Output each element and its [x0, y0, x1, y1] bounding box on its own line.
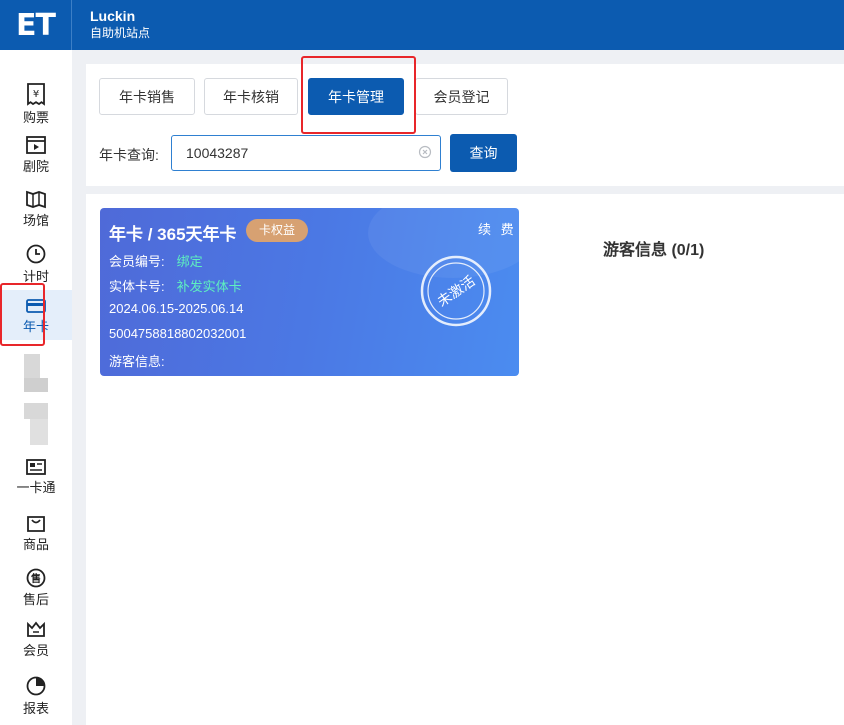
reissue-card-link[interactable]: 补发实体卡: [177, 279, 242, 294]
ticket-icon: ¥: [27, 83, 45, 106]
card-title: 年卡 / 365天年卡: [109, 225, 237, 244]
annual-card: 年卡 / 365天年卡 卡权益 续 费 会员编号: 绑定 实体卡号: 补发实体卡 2…: [100, 208, 519, 376]
blurred-nav-icon: [24, 403, 48, 419]
clear-icon[interactable]: [418, 145, 432, 159]
id-card-icon: [26, 459, 46, 475]
card-benefits-badge[interactable]: 卡权益: [246, 219, 309, 242]
blurred-nav-icon: [24, 354, 40, 378]
query-button[interactable]: 查询: [450, 134, 517, 172]
sidebar-item-aftersale[interactable]: 售 售后: [0, 568, 72, 608]
tab-annual-card-verify[interactable]: 年卡核销: [204, 78, 298, 115]
sidebar-item-one-card[interactable]: 一卡通: [0, 458, 72, 496]
aftersale-icon: 售: [26, 568, 46, 588]
sidebar-item-annual-card[interactable]: 年卡: [0, 290, 72, 340]
sidebar-item-venue[interactable]: 场馆: [0, 189, 72, 229]
renew-button[interactable]: 续 费: [478, 219, 517, 238]
query-label: 年卡查询:: [99, 147, 159, 163]
pie-chart-icon: [26, 676, 46, 696]
guest-info-title: 游客信息 (0/1): [603, 242, 705, 259]
tab-annual-card-sales[interactable]: 年卡销售: [99, 78, 195, 115]
tab-annual-card-manage[interactable]: 年卡管理: [308, 78, 404, 115]
app-logo: ET: [0, 0, 72, 50]
stamp-text: 未激活: [434, 272, 478, 310]
store-subtitle: 自助机站点: [90, 26, 151, 40]
store-name: Luckin: [90, 8, 136, 24]
sidebar-item-theater[interactable]: 剧院: [0, 135, 72, 175]
sidebar-item-timing[interactable]: 计时: [0, 243, 72, 285]
card-query-input[interactable]: [171, 135, 441, 171]
blurred-nav-label: [30, 419, 48, 445]
sidebar: ¥ 购票 剧院 场馆 计时 年卡 一卡通 商品 售 售后 会员 报表: [0, 50, 72, 725]
inactive-stamp-icon: 未激活: [420, 255, 492, 327]
bind-link[interactable]: 绑定: [177, 254, 203, 269]
sidebar-item-report[interactable]: 报表: [0, 675, 72, 717]
card-number: 5004758818802032001: [109, 326, 247, 341]
theater-icon: [26, 136, 46, 154]
sidebar-item-goods[interactable]: 商品: [0, 513, 72, 553]
member-no-label: 会员编号:: [109, 254, 165, 269]
store-info: Luckin 自助机站点: [90, 8, 150, 41]
validity-period: 2024.06.15-2025.06.14: [109, 301, 244, 316]
top-bar: ET Luckin 自助机站点: [0, 0, 844, 50]
svg-text:售: 售: [31, 572, 41, 585]
physical-card-label: 实体卡号:: [109, 279, 165, 294]
physical-card-row: 实体卡号: 补发实体卡: [109, 276, 242, 295]
bag-icon: [27, 516, 45, 532]
venue-icon: [26, 190, 46, 209]
card-icon: [26, 299, 46, 313]
crown-icon: [27, 621, 45, 637]
blurred-nav-label: [24, 378, 48, 392]
tab-member-register[interactable]: 会员登记: [415, 78, 508, 115]
sidebar-item-member[interactable]: 会员: [0, 621, 72, 659]
clock-icon: [26, 244, 46, 264]
svg-text:¥: ¥: [33, 89, 39, 100]
guest-info-label: 游客信息:: [109, 354, 165, 369]
member-no-row: 会员编号: 绑定: [109, 251, 203, 270]
sidebar-item-ticket[interactable]: ¥ 购票: [0, 82, 72, 126]
